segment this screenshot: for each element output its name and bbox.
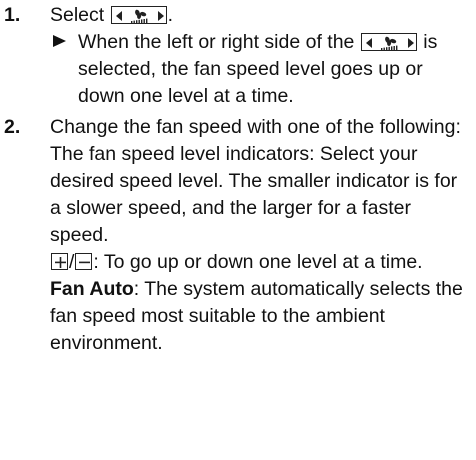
step-body: Select . When the left or right side of …: [50, 2, 470, 110]
step-1-result: When the left or right side of the is se…: [50, 29, 470, 110]
plus-minus-description: /: To go up or down one level at a time.: [50, 249, 470, 276]
step-body: Change the fan speed with one of the fol…: [50, 114, 470, 357]
fan-speed-button-icon: [110, 6, 167, 24]
plus-button-icon: [51, 253, 68, 270]
step-1: 1. Select . When the left or right side …: [4, 2, 470, 110]
step-2: 2. Change the fan speed with one of the …: [4, 114, 470, 357]
step-number: 2.: [4, 116, 21, 138]
instructions: 1. Select . When the left or right side …: [0, 0, 476, 357]
fan-speed-button-icon: [360, 33, 417, 51]
indicators-description: The fan speed level indicators: Select y…: [50, 143, 458, 246]
step-text: Change the fan speed with one of the fol…: [50, 116, 461, 138]
minus-button-icon: [75, 253, 93, 270]
result-arrow-icon: [50, 29, 78, 110]
fan-auto-label: Fan Auto: [50, 278, 134, 300]
step-text: Select: [50, 4, 110, 26]
fan-auto-description: Fan Auto: The system automatically selec…: [50, 278, 463, 354]
step-number: 1.: [4, 4, 21, 26]
